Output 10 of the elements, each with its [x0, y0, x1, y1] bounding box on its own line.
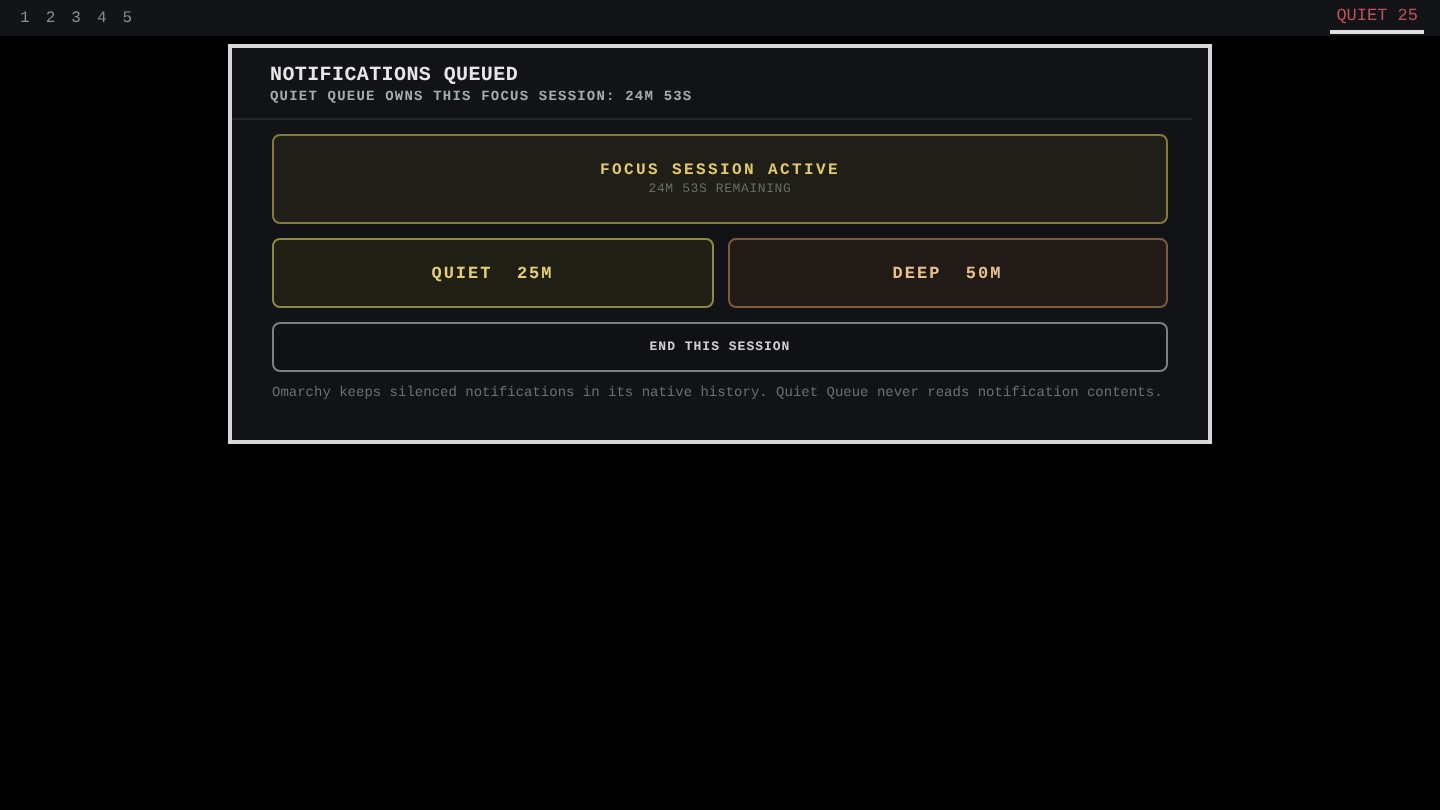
workspace-number[interactable]: 2	[45, 9, 56, 27]
workspace-number[interactable]: 1	[20, 9, 30, 27]
deep-mode-button[interactable]: DEEP 50M	[727, 238, 1168, 308]
quiet-mode-button[interactable]: QUIET 25M	[272, 238, 713, 308]
quiet-indicator[interactable]: QUIET 25	[1330, 2, 1424, 34]
workspace-number[interactable]: 5	[122, 9, 133, 27]
dialog-title: NOTIFICATIONS QUEUED	[270, 66, 521, 88]
workspace-number[interactable]: 3	[71, 9, 81, 27]
workspace-number[interactable]: 4	[96, 9, 107, 27]
status-title: FOCUS SESSION ACTIVE	[599, 162, 840, 180]
